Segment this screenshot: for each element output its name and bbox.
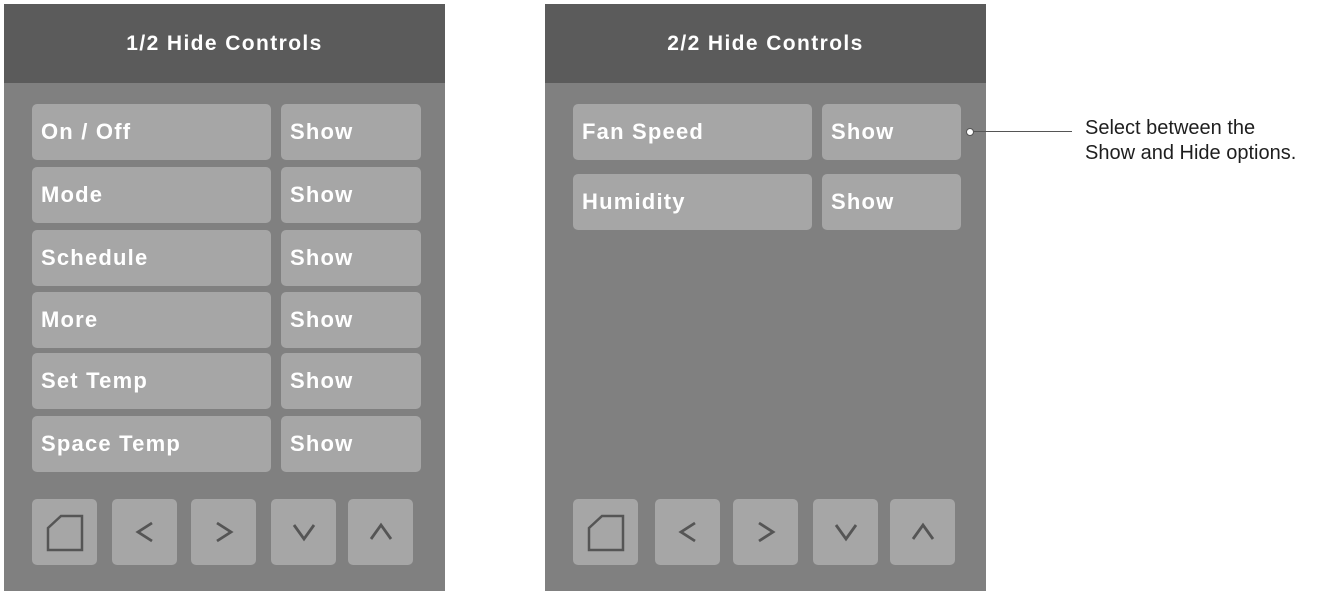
show-hide-toggle[interactable]: Show xyxy=(281,353,421,409)
down-button[interactable] xyxy=(813,499,878,565)
row-mode: Mode Show xyxy=(32,167,422,223)
show-hide-toggle[interactable]: Show xyxy=(281,416,421,472)
row-fan-speed: Fan Speed Show xyxy=(573,104,963,160)
up-button[interactable] xyxy=(890,499,955,565)
back-button[interactable] xyxy=(655,499,720,565)
hide-controls-screen-1: 1/2 Hide Controls On / Off Show Mode Sho… xyxy=(4,4,445,591)
forward-button[interactable] xyxy=(733,499,798,565)
chevron-up-icon xyxy=(911,522,934,540)
chevron-up-icon xyxy=(369,522,392,540)
row-set-temp: Set Temp Show xyxy=(32,353,422,409)
home-button[interactable] xyxy=(573,499,638,565)
row-schedule: Schedule Show xyxy=(32,230,422,286)
chevron-left-icon xyxy=(134,521,153,543)
callout-line-1: Select between the xyxy=(1085,117,1256,139)
row-label: On / Off xyxy=(32,104,271,160)
show-hide-toggle[interactable]: Show xyxy=(822,174,961,230)
back-button[interactable] xyxy=(112,499,177,565)
show-hide-toggle[interactable]: Show xyxy=(281,292,421,348)
chevron-right-icon xyxy=(215,521,234,543)
chevron-right-icon xyxy=(757,521,776,543)
chevron-down-icon xyxy=(834,524,857,542)
show-hide-toggle[interactable]: Show xyxy=(281,167,421,223)
hide-controls-screen-2: 2/2 Hide Controls Fan Speed Show Humidit… xyxy=(545,4,986,591)
home-icon xyxy=(587,514,624,552)
callout-dot xyxy=(966,128,974,136)
row-label: Humidity xyxy=(573,174,812,230)
up-button[interactable] xyxy=(348,499,413,565)
row-more: More Show xyxy=(32,292,422,348)
home-icon xyxy=(46,514,83,552)
show-hide-toggle[interactable]: Show xyxy=(281,104,421,160)
forward-button[interactable] xyxy=(191,499,256,565)
row-space-temp: Space Temp Show xyxy=(32,416,422,472)
row-label: Schedule xyxy=(32,230,271,286)
chevron-down-icon xyxy=(292,524,315,542)
row-label: Space Temp xyxy=(32,416,271,472)
row-label: Set Temp xyxy=(32,353,271,409)
nav-bar xyxy=(573,499,963,565)
callout-leader-line xyxy=(974,131,1072,132)
chevron-left-icon xyxy=(677,521,696,543)
home-button[interactable] xyxy=(32,499,97,565)
row-humidity: Humidity Show xyxy=(573,174,963,230)
show-hide-toggle[interactable]: Show xyxy=(281,230,421,286)
nav-bar xyxy=(32,499,422,565)
row-label: Fan Speed xyxy=(573,104,812,160)
page-title: 2/2 Hide Controls xyxy=(545,4,986,83)
row-on-off: On / Off Show xyxy=(32,104,422,160)
row-label: Mode xyxy=(32,167,271,223)
callout-line-2: Show and Hide options. xyxy=(1085,142,1297,164)
row-label: More xyxy=(32,292,271,348)
page-title: 1/2 Hide Controls xyxy=(4,4,445,83)
show-hide-toggle[interactable]: Show xyxy=(822,104,961,160)
callout-annotation: Select between the Show and Hide options… xyxy=(1085,116,1325,166)
down-button[interactable] xyxy=(271,499,336,565)
